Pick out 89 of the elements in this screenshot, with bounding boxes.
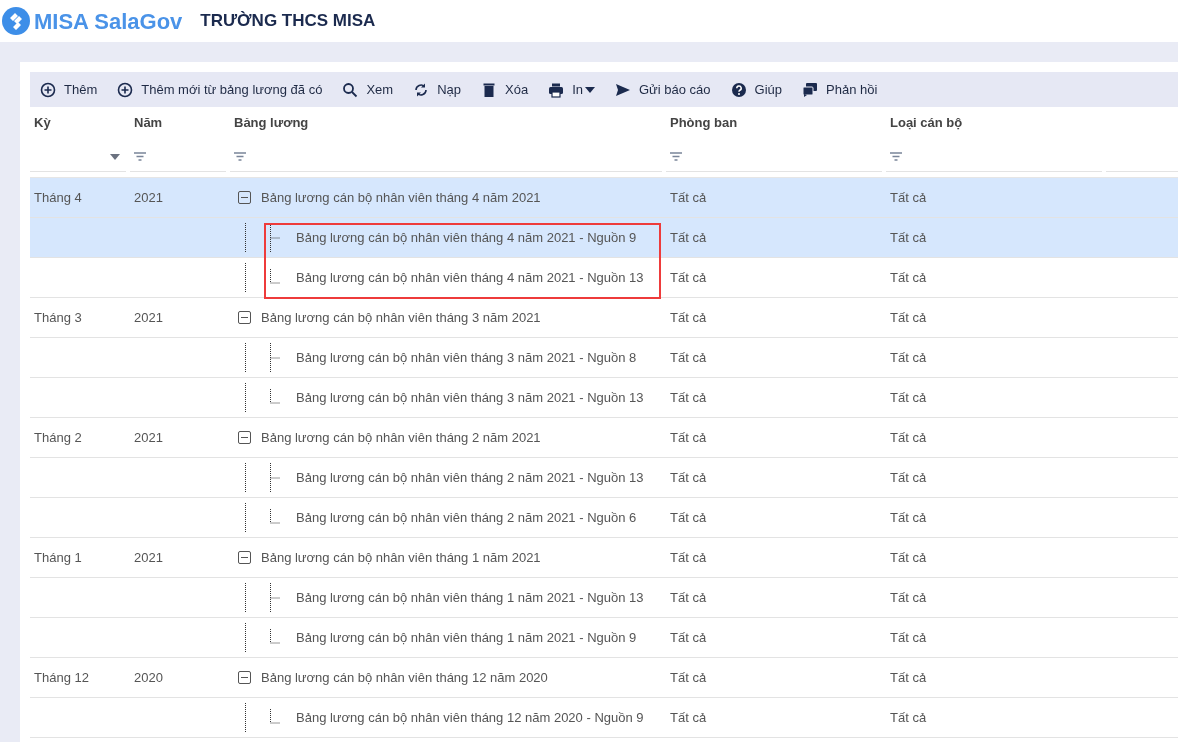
table-cell-text: Tháng 1 [34,548,82,567]
toolbar-button[interactable]: Xem [342,75,394,104]
toolbar-button[interactable]: In [548,75,595,104]
table-row[interactable]: Tháng 4 2021 Bảng lương cán bộ nhân viên tháng 4 năm 2021 Tất cả Tất cả [30,178,1178,218]
table-cell-text: Tất cả [670,348,707,367]
dropdown-caret-icon[interactable] [110,153,120,160]
trash-icon [481,81,497,98]
table-cell-text: 2020 [134,668,163,687]
table-cell-text: Tất cả [890,228,927,247]
toolbar-button[interactable]: Phản hồi [802,75,878,104]
filter-icon[interactable] [234,152,246,161]
table-row[interactable]: Bảng lương cán bộ nhân viên tháng 4 năm 2021 - Nguồn 9 Tất cả Tất cả [30,218,1178,258]
table-cell-text: Tất cả [890,468,927,487]
toolbar-button[interactable]: Gửi báo cáo [614,75,711,104]
toolbar-button[interactable]: Giúp [730,75,782,104]
table-cell-text: Tất cả [890,628,927,647]
refresh-icon [413,81,430,98]
table-cell-text: Bảng lương cán bộ nhân viên tháng 4 năm 2021 [261,188,541,207]
help-icon [730,81,747,98]
collapse-icon[interactable] [238,191,251,204]
table-cell-text: Bảng lương cán bộ nhân viên tháng 1 năm 2021 - Nguồn 9 [296,628,637,647]
plus-circle-icon [117,81,134,98]
table-cell-text: Bảng lương cán bộ nhân viên tháng 4 năm 2021 - Nguồn 13 [296,268,644,287]
organization-name: TRƯỜNG THCS MISA [200,10,376,33]
table-cell-text: Tất cả [890,348,927,367]
table-cell-text: Tất cả [890,268,927,287]
table-cell-text: Tất cả [670,508,707,527]
table-cell-text: 2021 [134,548,163,567]
send-icon [614,81,631,98]
table-cell-text: Tất cả [670,428,707,447]
toolbar-button[interactable]: Thêm mới từ bảng lương đã có [117,75,323,104]
filter-icon[interactable] [134,152,146,161]
table-cell-text: Tất cả [890,388,927,407]
column-header[interactable]: Bảng lương [230,108,309,138]
table-cell-text: Tất cả [670,228,707,247]
table-cell-text: Tất cả [670,548,707,567]
chat-icon [802,81,818,98]
table-cell-text: Tất cả [670,388,707,407]
table-cell-text: 2021 [134,188,163,207]
toolbar-button[interactable]: Xóa [481,75,529,104]
table-cell-text: Bảng lương cán bộ nhân viên tháng 2 năm 2021 - Nguồn 6 [296,508,637,527]
collapse-icon[interactable] [238,431,251,444]
table-cell-text: Tất cả [670,588,707,607]
table-cell-text: Tháng 3 [34,308,82,327]
filter-icon[interactable] [890,152,902,161]
collapse-icon[interactable] [238,671,251,684]
table-cell-text: Bảng lương cán bộ nhân viên tháng 12 năm 2020 - Nguồn 9 [296,708,644,727]
table-cell-text: 2021 [134,428,163,447]
table-cell-text: Tất cả [890,588,927,607]
column-header[interactable]: Phòng ban [666,108,738,138]
toolbar-button[interactable]: Thêm [40,75,98,104]
table-cell-text: Tất cả [670,668,707,687]
table-cell-text: 2021 [134,308,163,327]
collapse-icon[interactable] [238,311,251,324]
table-cell-text: Tất cả [670,188,707,207]
table-cell-text: Bảng lương cán bộ nhân viên tháng 3 năm 2021 - Nguồn 13 [296,388,644,407]
table-cell-text: Tất cả [890,308,927,327]
table-cell-text: Bảng lương cán bộ nhân viên tháng 1 năm 2021 - Nguồn 13 [296,588,644,607]
table-cell-text: Tất cả [670,468,707,487]
plus-circle-icon [40,81,56,98]
table-cell-text: Tất cả [890,188,927,207]
column-header[interactable]: Năm [130,108,163,138]
table-cell-text: Tháng 4 [34,188,82,207]
table-cell-text: Tất cả [890,428,927,447]
collapse-icon[interactable] [238,551,251,564]
table-cell-text: Tất cả [890,548,927,567]
column-header[interactable]: Loại cán bộ [886,108,963,138]
printer-icon [548,81,565,98]
table-cell-text: Tất cả [890,508,927,527]
table-cell-text: Tháng 2 [34,428,82,447]
table-cell-text: Bảng lương cán bộ nhân viên tháng 1 năm 2021 [261,548,541,567]
toolbar-button[interactable]: Nạp [413,75,461,104]
table-cell-text: Tất cả [670,628,707,647]
search-icon [342,81,359,98]
table-cell-text: Tất cả [670,268,707,287]
column-header[interactable]: Kỳ [30,108,51,138]
filter-icon[interactable] [670,152,682,161]
table-cell-text: Tất cả [670,308,707,327]
table-cell-text: Bảng lương cán bộ nhân viên tháng 4 năm 2021 - Nguồn 9 [296,228,637,247]
table-cell-text: Bảng lương cán bộ nhân viên tháng 12 năm 2020 [261,668,548,687]
table-cell-text: Tất cả [670,708,707,727]
table-cell-text: Tất cả [890,668,927,687]
table-cell-text: Bảng lương cán bộ nhân viên tháng 2 năm 2021 - Nguồn 13 [296,468,644,487]
app-logo-text: MISA SalaGov [34,7,183,36]
table-cell-text: Tất cả [890,708,927,727]
table-cell-text: Bảng lương cán bộ nhân viên tháng 3 năm 2021 [261,308,541,327]
table-cell-text: Bảng lương cán bộ nhân viên tháng 3 năm 2021 - Nguồn 8 [296,348,637,367]
table-cell-text: Tháng 12 [34,668,89,687]
table-cell-text: Bảng lương cán bộ nhân viên tháng 2 năm 2021 [261,428,541,447]
